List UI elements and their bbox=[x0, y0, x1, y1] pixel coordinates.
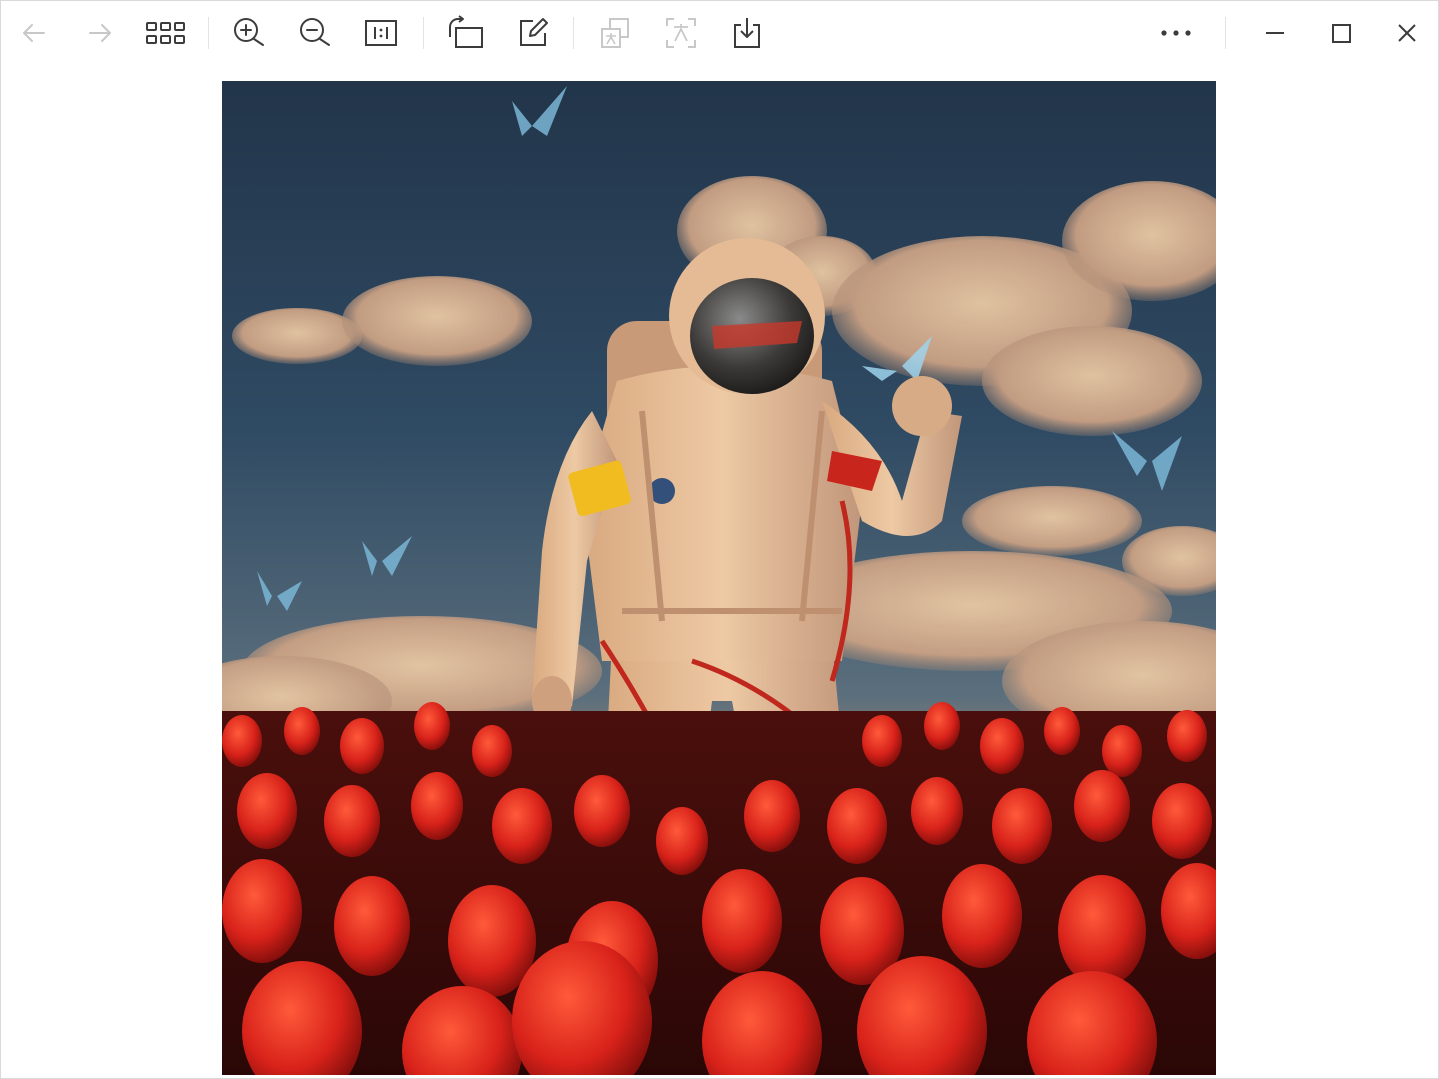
edit-icon bbox=[520, 18, 548, 46]
toolbar-separator bbox=[573, 17, 574, 49]
text-recognition-button[interactable] bbox=[661, 13, 701, 53]
toolbar bbox=[1, 1, 1438, 67]
translate-icon bbox=[601, 18, 629, 48]
rotate-button[interactable] bbox=[446, 13, 486, 53]
arrow-left-icon bbox=[23, 24, 45, 42]
arrow-right-icon bbox=[89, 24, 111, 42]
minimize-icon bbox=[1266, 32, 1284, 34]
translate-button[interactable] bbox=[595, 13, 635, 53]
toolbar-separator bbox=[1225, 17, 1226, 49]
toolbar-separator bbox=[208, 17, 209, 49]
back-button[interactable] bbox=[14, 13, 54, 53]
maximize-button[interactable] bbox=[1321, 13, 1361, 53]
close-button[interactable] bbox=[1387, 13, 1427, 53]
zoom-out-icon bbox=[300, 18, 330, 46]
text-recognition-icon bbox=[666, 18, 696, 48]
maximize-icon bbox=[1332, 24, 1351, 43]
actual-size-button[interactable] bbox=[361, 13, 401, 53]
zoom-out-button[interactable] bbox=[295, 13, 335, 53]
image-canvas[interactable] bbox=[1, 67, 1438, 1078]
actual-size-icon bbox=[365, 20, 397, 46]
displayed-image bbox=[222, 81, 1216, 1075]
grid-view-button[interactable] bbox=[146, 13, 186, 53]
forward-button[interactable] bbox=[80, 13, 120, 53]
close-icon bbox=[1398, 24, 1416, 42]
more-icon bbox=[1161, 30, 1191, 36]
save-button[interactable] bbox=[727, 13, 767, 53]
image-viewer-window bbox=[0, 0, 1439, 1079]
toolbar-separator bbox=[423, 17, 424, 49]
zoom-in-button[interactable] bbox=[229, 13, 269, 53]
grid-icon bbox=[146, 22, 185, 44]
more-button[interactable] bbox=[1156, 13, 1196, 53]
download-icon bbox=[734, 18, 760, 48]
rotate-icon bbox=[449, 15, 483, 48]
zoom-in-icon bbox=[234, 18, 264, 46]
edit-button[interactable] bbox=[513, 13, 553, 53]
minimize-button[interactable] bbox=[1255, 13, 1295, 53]
